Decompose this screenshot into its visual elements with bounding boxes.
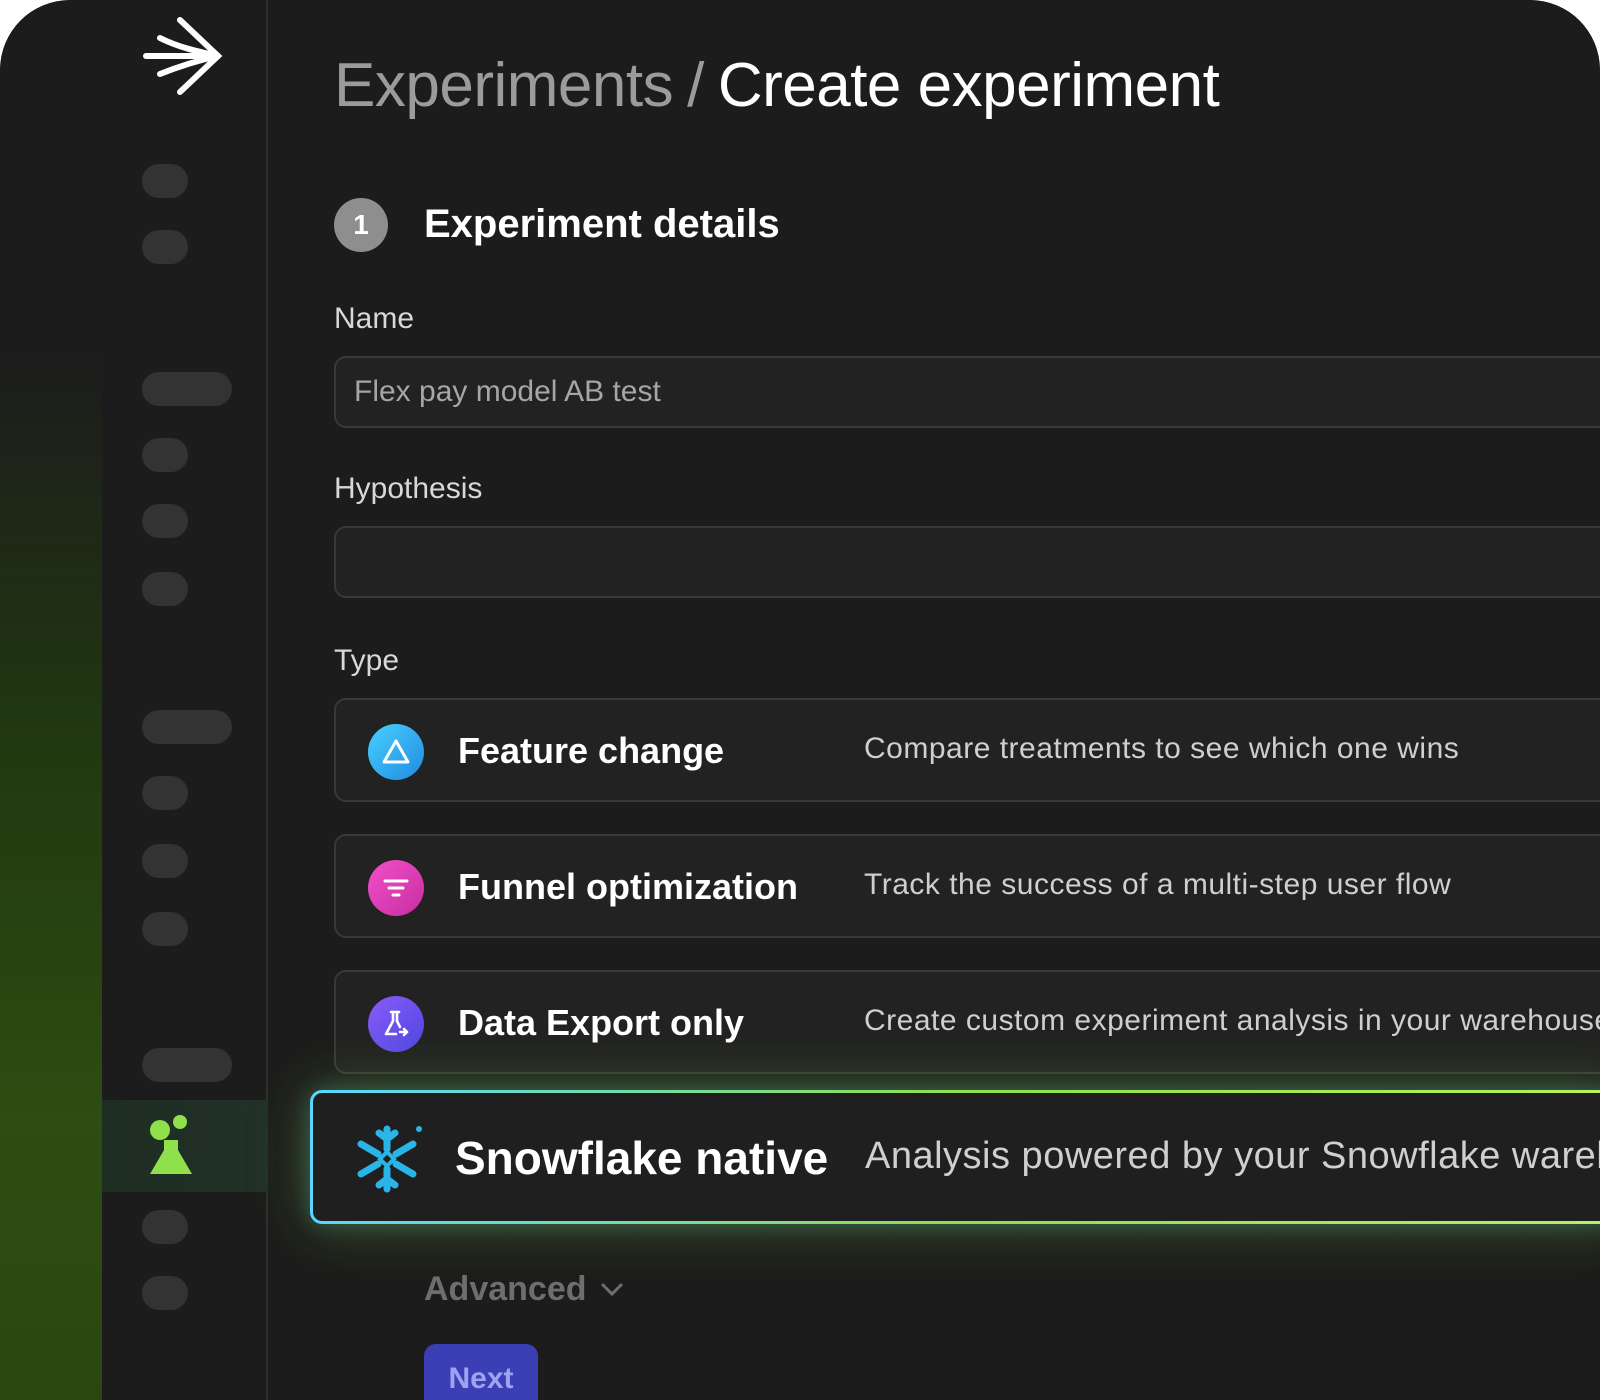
sidebar-item-placeholder[interactable]	[142, 1276, 188, 1310]
funnel-icon	[368, 860, 424, 916]
hypothesis-label: Hypothesis	[334, 472, 483, 505]
sidebar-item-placeholder[interactable]	[142, 710, 232, 744]
breadcrumb-current: Create experiment	[717, 51, 1220, 120]
experiments-flask-icon	[150, 1115, 192, 1174]
type-option-funnel-optimization[interactable]: Funnel optimization Track the success of…	[334, 834, 1600, 938]
sidebar-item-placeholder[interactable]	[142, 572, 188, 606]
flask-export-icon	[368, 996, 424, 1052]
type-description: Analysis powered by your Snowflake wareh…	[865, 1135, 1600, 1177]
name-input[interactable]: Flex pay model AB test	[334, 356, 1600, 428]
type-option-data-export-only[interactable]: Data Export only Create custom experimen…	[334, 970, 1600, 1074]
type-name: Data Export only	[458, 1002, 745, 1043]
sidebar-item-experiments[interactable]	[102, 1100, 268, 1192]
type-label: Type	[334, 644, 400, 677]
sidebar-item-placeholder[interactable]	[142, 372, 232, 406]
name-label: Name	[334, 302, 415, 335]
triangle-icon	[368, 724, 424, 780]
advanced-toggle[interactable]: Advanced	[424, 1270, 623, 1309]
logo-arrow-icon[interactable]	[140, 14, 230, 104]
type-option-feature-change[interactable]: Feature change Compare treatments to see…	[334, 698, 1600, 802]
next-button[interactable]: Next	[424, 1344, 538, 1400]
sidebar-item-placeholder[interactable]	[142, 1210, 188, 1244]
type-description: Compare treatments to see which one wins	[864, 732, 1460, 765]
breadcrumb-separator: /	[687, 51, 704, 120]
sidebar-item-placeholder[interactable]	[142, 912, 188, 946]
type-description: Track the success of a multi-step user f…	[864, 868, 1452, 901]
type-description: Create custom experiment analysis in you…	[864, 1004, 1600, 1037]
sidebar-item-placeholder[interactable]	[142, 844, 188, 878]
page-title: Experiments / Create experiment	[334, 50, 1220, 121]
sidebar-item-placeholder[interactable]	[142, 230, 188, 264]
sidebar-item-placeholder[interactable]	[142, 438, 188, 472]
advanced-label: Advanced	[424, 1270, 587, 1308]
step-number-badge: 1	[334, 198, 388, 252]
breadcrumb-experiments[interactable]: Experiments	[334, 51, 674, 120]
sidebar-item-placeholder[interactable]	[142, 504, 188, 538]
sidebar-item-placeholder[interactable]	[142, 1048, 232, 1082]
chevron-down-icon	[601, 1283, 622, 1296]
type-name: Funnel optimization	[458, 866, 798, 907]
type-option-snowflake-native[interactable]: Snowflake native Analysis powered by you…	[310, 1090, 1600, 1224]
hypothesis-input[interactable]	[334, 526, 1600, 598]
section-title: Experiment details	[424, 202, 780, 246]
sidebar-gradient-strip	[0, 0, 102, 1400]
sidebar-item-placeholder[interactable]	[142, 164, 188, 198]
snowflake-icon	[357, 1125, 422, 1193]
type-name: Feature change	[458, 730, 725, 771]
type-name: Snowflake native	[455, 1132, 829, 1184]
sidebar-item-placeholder[interactable]	[142, 776, 188, 810]
app-window: Experiments / Create experiment 1 Experime…	[0, 0, 1600, 1400]
